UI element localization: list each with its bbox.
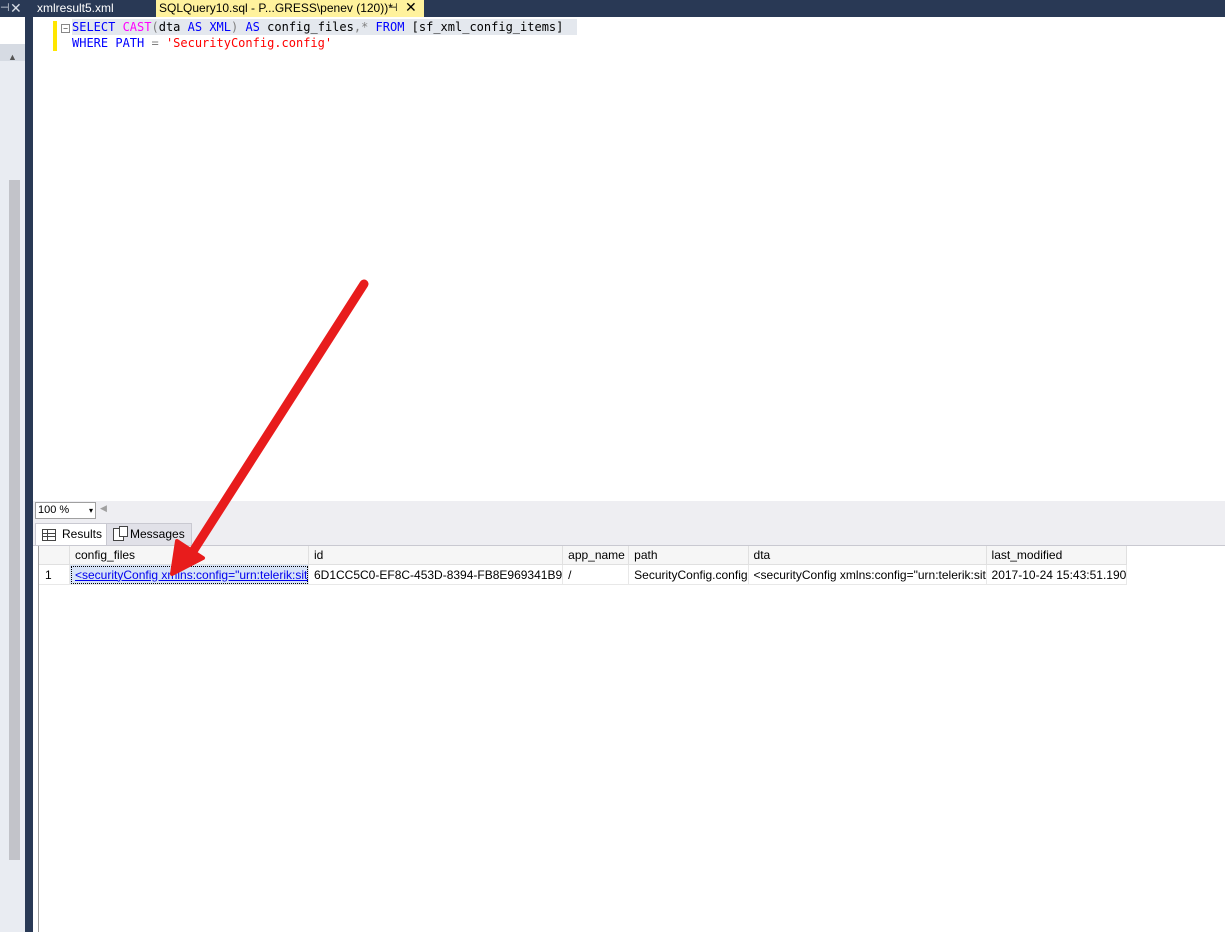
pin-icon[interactable]: ⊣: [0, 0, 10, 17]
close-icon[interactable]: ✕: [405, 0, 417, 16]
kw-as: AS: [187, 20, 210, 34]
cell-path[interactable]: SecurityConfig.config: [628, 564, 749, 585]
tab-messages[interactable]: Messages: [106, 523, 192, 545]
scrollbar-thumb[interactable]: [9, 180, 20, 860]
pin-icon[interactable]: ⊣: [388, 0, 398, 17]
tab-results-label: Results: [62, 527, 103, 541]
document-tab-bar: ⊣ ✕ xmlresult5.xml SQLQuery10.sql - P...…: [0, 0, 1225, 17]
left-panel: ▲: [0, 17, 25, 932]
code-line-2: WHERE PATH = 'SecurityConfig.config': [72, 35, 332, 51]
paren-open: (: [151, 20, 159, 34]
zoom-value: 100 %: [38, 504, 70, 516]
chevron-down-icon: ▾: [88, 506, 93, 515]
cell-id[interactable]: 6D1CC5C0-EF8C-453D-8394-FB8E969341B9: [308, 564, 564, 585]
comma-star: ,*: [353, 20, 376, 34]
tab-xmlresult5[interactable]: xmlresult5.xml: [34, 0, 157, 17]
ident-alias: config_files: [267, 20, 354, 34]
kw-path: PATH: [115, 36, 152, 50]
zoom-dropdown[interactable]: 100 % ▾: [35, 502, 96, 519]
ident-dta: dta: [158, 20, 188, 34]
tab-left-edge: ⊣ ✕: [0, 0, 34, 17]
ident-table: [sf_xml_config_items]: [411, 20, 564, 34]
scroll-up-icon[interactable]: ▲: [8, 52, 17, 62]
column-header[interactable]: id: [308, 546, 564, 565]
close-icon[interactable]: ✕: [10, 0, 22, 17]
tab-results[interactable]: Results: [35, 523, 110, 545]
collapse-icon[interactable]: −: [61, 24, 70, 33]
row-number[interactable]: 1: [39, 564, 70, 585]
code-line-1: SELECT CAST(dta AS XML) AS config_files,…: [72, 19, 578, 35]
kw-xml: XML: [209, 20, 231, 34]
query-editor[interactable]: − SELECT CAST(dta AS XML) AS config_file…: [33, 17, 1225, 501]
left-dark-strip: [25, 17, 33, 932]
row-header-corner[interactable]: [39, 546, 70, 565]
kw-select: SELECT: [72, 20, 123, 34]
grid-header-row: config_files id app_name path dta last_m…: [39, 546, 1128, 565]
table-row: 1 <securityConfig xmlns:config="urn:tele…: [39, 564, 1128, 585]
tab-label: SQLQuery10.sql - P...GRESS\penev (120))*: [159, 1, 393, 15]
column-header[interactable]: dta: [748, 546, 987, 565]
results-tab-strip: Results Messages: [33, 520, 1225, 546]
column-header[interactable]: last_modified: [986, 546, 1128, 565]
op-equals: =: [151, 36, 166, 50]
cell-config-files[interactable]: <securityConfig xmlns:config="urn:teleri…: [69, 564, 309, 585]
change-tracking-bar: [53, 21, 57, 51]
string-literal: 'SecurityConfig.config': [165, 36, 333, 50]
results-grid: config_files id app_name path dta last_m…: [39, 546, 1128, 585]
left-panel-top: [0, 17, 25, 44]
paren-close: ): [231, 20, 246, 34]
tab-sqlquery10[interactable]: SQLQuery10.sql - P...GRESS\penev (120))*…: [156, 0, 424, 17]
cell-app-name[interactable]: /: [562, 564, 630, 585]
cell-dta[interactable]: <securityConfig xmlns:config="urn:teleri…: [748, 564, 987, 585]
kw-from: FROM: [375, 20, 412, 34]
grid-icon: [42, 528, 56, 541]
xml-link[interactable]: <securityConfig xmlns:config="urn:teleri…: [75, 568, 308, 582]
tab-messages-label: Messages: [130, 527, 185, 541]
messages-icon: [113, 526, 128, 542]
column-header[interactable]: path: [628, 546, 749, 565]
grid-border: [38, 546, 39, 932]
kw-as-2: AS: [245, 20, 268, 34]
fn-cast: CAST: [122, 20, 152, 34]
scroll-left-icon[interactable]: ◀: [100, 503, 107, 514]
column-header[interactable]: app_name: [562, 546, 630, 565]
cell-last-modified[interactable]: 2017-10-24 15:43:51.190: [986, 564, 1128, 585]
tab-label: xmlresult5.xml: [37, 1, 114, 15]
results-grid-area: config_files id app_name path dta last_m…: [33, 546, 1225, 932]
kw-where: WHERE: [72, 36, 116, 50]
zoom-bar: 100 % ▾ ◀: [33, 501, 1225, 520]
column-header[interactable]: config_files: [69, 546, 309, 565]
